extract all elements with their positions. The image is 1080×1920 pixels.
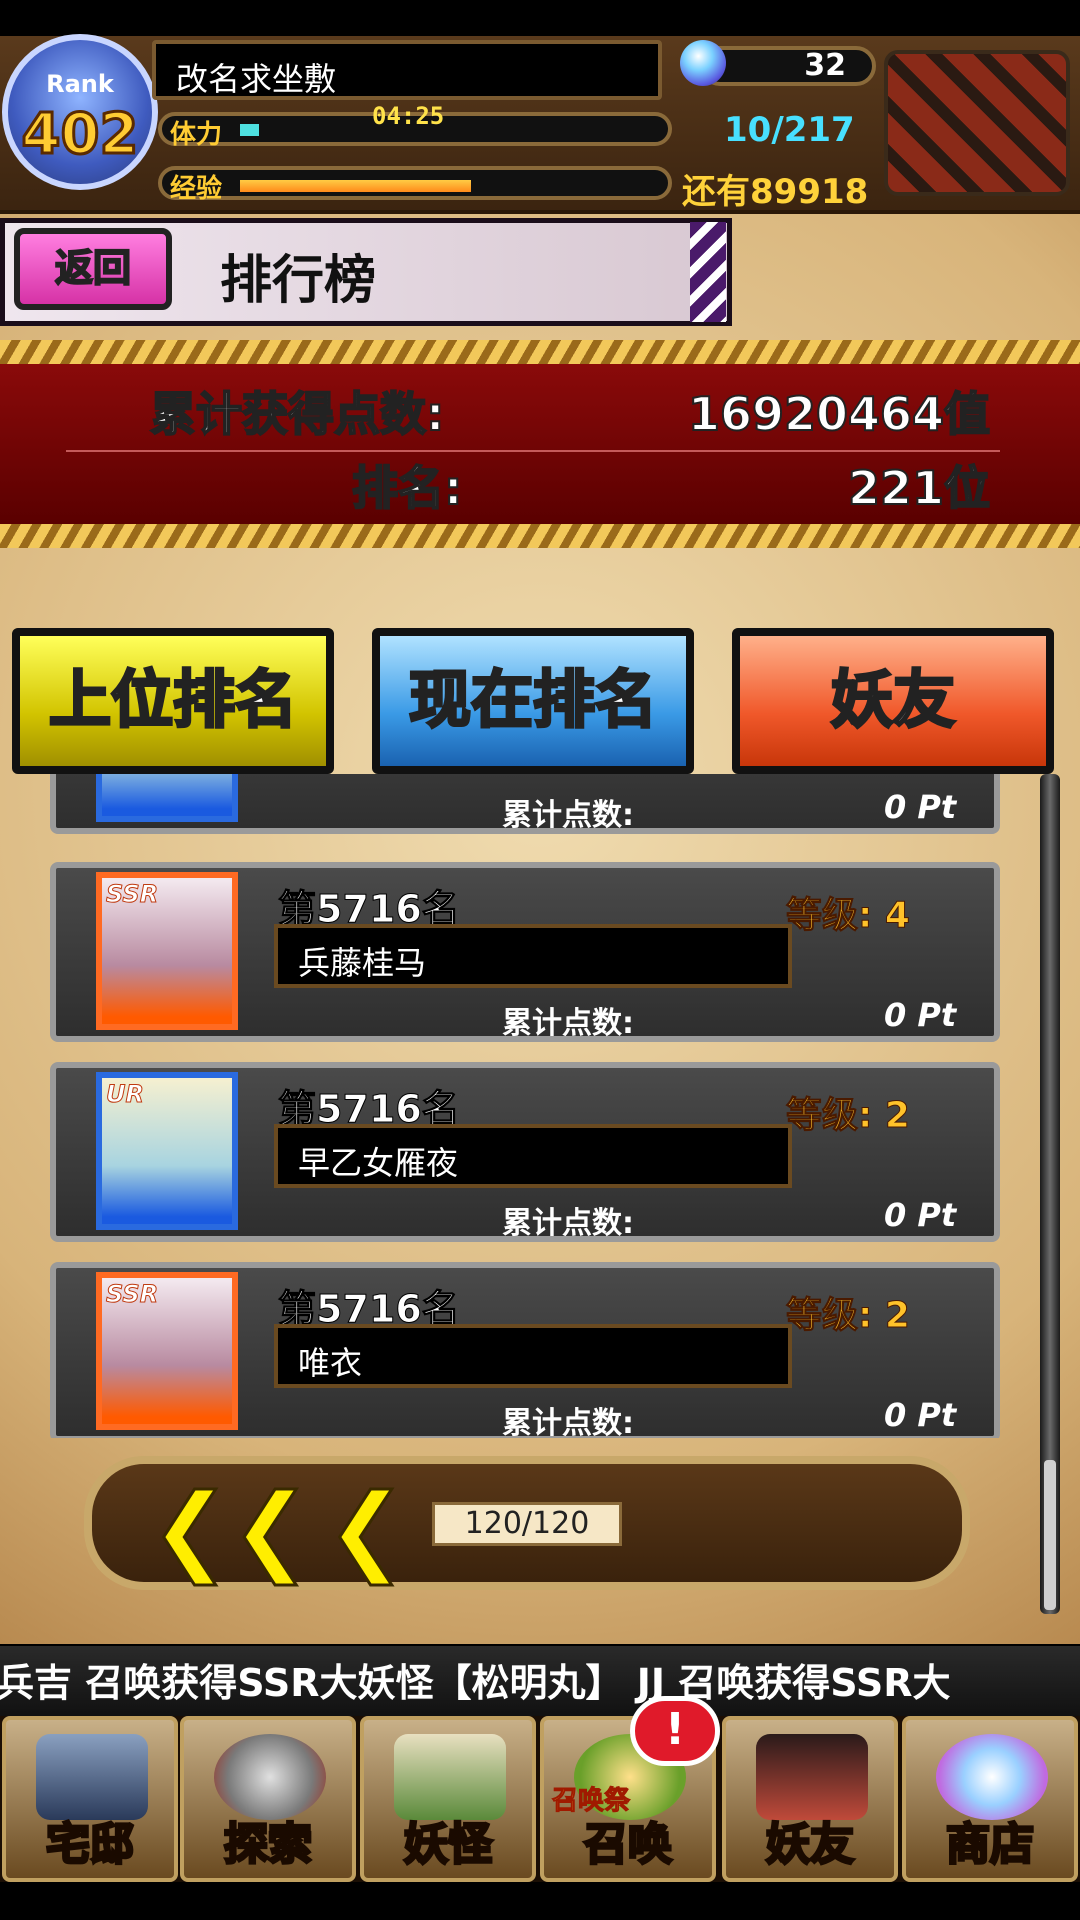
ranking-label: 排名:: [351, 460, 463, 516]
points-value: 0 Pt: [884, 788, 957, 826]
avatar[interactable]: UR: [96, 1072, 238, 1230]
player-level: 等级: 4: [786, 895, 911, 937]
first-page-icon[interactable]: ❮❮: [149, 1480, 313, 1579]
player-name: 改名求坐敷: [152, 40, 662, 100]
list-item[interactable]: UR 第5716名 等级: 2 早乙女雁夜 累计点数: 0 Pt: [50, 1062, 1000, 1242]
rope-divider-top: [0, 340, 1080, 364]
bottom-bar: [0, 1882, 1080, 1920]
nav-yokai[interactable]: 妖怪: [360, 1716, 536, 1882]
points-value: 0 Pt: [884, 1396, 957, 1434]
prev-page-icon[interactable]: ❮: [324, 1480, 407, 1579]
total-points-label: 累计获得点数:: [149, 386, 445, 442]
stamina-fill: [240, 124, 259, 136]
alert-badge[interactable]: !: [630, 1696, 720, 1766]
ranking-list[interactable]: 累计点数: 0 Pt SSR 第5716名 等级: 4 兵藤桂马 累计点数: 0…: [50, 774, 1008, 1438]
list-item[interactable]: SSR 第5716名 等级: 2 唯衣 累计点数: 0 Pt: [50, 1262, 1000, 1438]
avatar[interactable]: SSR: [96, 1272, 238, 1430]
tab-yokai-friends[interactable]: 妖友: [732, 628, 1054, 774]
stamina-timer: 04:25: [372, 102, 445, 130]
page-indicator: 120/120: [432, 1502, 622, 1546]
nav-label: 宅邸: [45, 1818, 136, 1872]
nav-label: 商店: [945, 1818, 1036, 1872]
stamina-label: 体力: [170, 120, 223, 150]
player-name-field: 兵藤桂马: [274, 924, 792, 988]
avatar: [96, 774, 238, 822]
player-name-field: 早乙女雁夜: [274, 1124, 792, 1188]
nav-label: 妖怪: [403, 1818, 494, 1872]
points-label: 累计点数:: [502, 1406, 634, 1438]
scrollbar-thumb[interactable]: [1044, 1460, 1056, 1610]
points-value: 0 Pt: [884, 1196, 957, 1234]
player-level: 等级: 2: [786, 1095, 911, 1137]
title-stripe-decoration: [690, 222, 726, 322]
exp-fill: [240, 180, 471, 192]
rope-divider-bottom: [0, 524, 1080, 548]
nav-explore[interactable]: 探索: [180, 1716, 356, 1882]
points-label: 累计点数:: [502, 1206, 634, 1241]
list-item[interactable]: SSR 第5716名 等级: 4 兵藤桂马 累计点数: 0 Pt: [50, 862, 1000, 1042]
ranking-value: 221位: [847, 460, 991, 516]
page-title: 排行榜: [220, 251, 377, 311]
gem-count[interactable]: 32: [700, 46, 876, 86]
rank-badge[interactable]: Rank 402: [2, 34, 158, 190]
stamina-count: 10/217: [724, 110, 855, 150]
player-level: 等级: 2: [786, 1295, 911, 1337]
exp-label: 经验: [170, 174, 223, 204]
points-label: 累计点数:: [502, 798, 634, 833]
rarity-badge: UR: [106, 1080, 145, 1109]
points-value: 0 Pt: [884, 996, 957, 1034]
rarity-badge: SSR: [105, 880, 159, 909]
nav-label: 召唤: [583, 1818, 674, 1872]
avatar[interactable]: SSR: [96, 872, 238, 1030]
total-points-value: 16920464值: [687, 386, 991, 442]
list-item[interactable]: 累计点数: 0 Pt: [50, 774, 1000, 834]
rank-value: 402: [20, 101, 140, 169]
nav-home[interactable]: 宅邸: [2, 1716, 178, 1882]
rarity-badge: SSR: [105, 1280, 159, 1309]
gem-icon: [680, 40, 726, 86]
ticker-text: 兵吉 召唤获得SSR大妖怪【松明丸】 JJ 召唤获得SSR大: [0, 1661, 951, 1705]
tab-current-ranking[interactable]: 现在排名: [372, 628, 694, 774]
exp-remaining: 还有89918: [682, 172, 869, 212]
rank-label: Rank: [46, 70, 114, 98]
nav-shop[interactable]: 商店: [902, 1716, 1078, 1882]
points-label: 累计点数:: [502, 1006, 634, 1041]
back-button[interactable]: 返回: [14, 228, 172, 310]
nav-label: 探索: [223, 1818, 314, 1872]
nav-label: 妖友: [765, 1818, 856, 1872]
treasure-chest-icon[interactable]: [884, 50, 1070, 196]
status-bar: [0, 0, 1080, 36]
player-name-field: 唯衣: [274, 1324, 792, 1388]
tab-top-ranking[interactable]: 上位排名: [12, 628, 334, 774]
nav-friends[interactable]: 妖友: [722, 1716, 898, 1882]
